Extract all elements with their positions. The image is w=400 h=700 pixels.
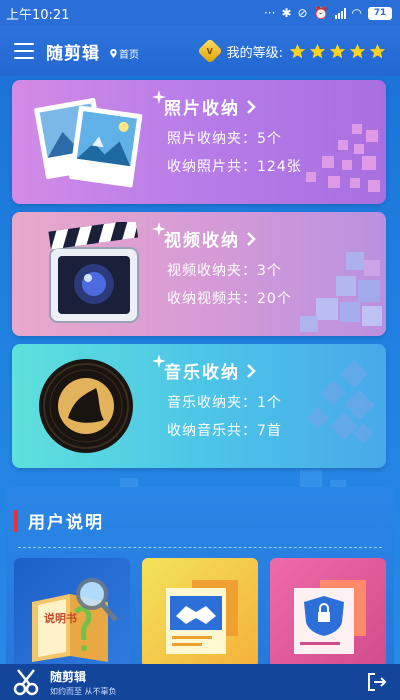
diamonds-decoration xyxy=(306,360,375,443)
music-total-count: 收纳音乐共：7首 xyxy=(167,423,282,439)
alarm-icon: ⏰ xyxy=(313,6,329,20)
shield-lock-doc-icon xyxy=(294,580,366,654)
level-stars xyxy=(289,43,386,60)
logout-icon[interactable] xyxy=(366,671,388,693)
star-icon xyxy=(369,43,386,58)
chevron-right-icon xyxy=(247,231,256,246)
share-agreement-tile[interactable] xyxy=(142,558,258,668)
video-collection-card[interactable]: 视频收纳 视频收纳夹：3个 收纳视频共：20个 xyxy=(12,212,386,336)
clapperboard-icon xyxy=(48,222,139,323)
star-icon xyxy=(289,43,306,58)
manual-tile[interactable]: 说明书 xyxy=(14,558,130,668)
user-guide-title: 用户说明 xyxy=(28,513,104,533)
menu-icon[interactable] xyxy=(14,43,34,59)
music-folder-count: 音乐收纳夹：1个 xyxy=(167,395,282,411)
photo-collection-card[interactable]: 照片收纳 照片收纳夹：5个 收纳照片共：124张 xyxy=(12,80,386,204)
status-icons: ··· ✱ ⊘ ⏰ ◠ 71 xyxy=(264,6,392,20)
photo-card-title: 照片收纳 xyxy=(164,94,256,119)
section-divider xyxy=(18,547,382,548)
video-card-title: 视频收纳 xyxy=(164,226,256,251)
level-indicator: V 我的等级: xyxy=(196,38,386,64)
music-collection-card[interactable]: 音乐收纳 音乐收纳夹：1个 收纳音乐共：7首 xyxy=(12,344,386,468)
footer-brand: 随剪辑 如约而至 从不辜负 xyxy=(50,668,117,697)
battery-icon: 71 xyxy=(368,6,392,20)
scissors-logo-icon xyxy=(13,669,39,696)
app-footer: 随剪辑 如约而至 从不辜负 xyxy=(0,664,400,700)
video-total-count: 收纳视频共：20个 xyxy=(167,291,292,307)
handshake-doc-icon xyxy=(166,580,238,654)
music-card-title: 音乐收纳 xyxy=(164,358,256,383)
chevron-right-icon xyxy=(247,99,256,114)
bluetooth-icon: ✱ xyxy=(281,6,292,20)
battery-level: 71 xyxy=(373,8,387,18)
level-badge-icon: V xyxy=(196,38,223,64)
status-bar: 上午10:21 ··· ✱ ⊘ ⏰ ◠ 71 xyxy=(0,0,400,26)
app-title: 随剪辑 xyxy=(46,43,100,64)
photo-card-title-text: 照片收纳 xyxy=(164,99,240,119)
chevron-right-icon xyxy=(247,363,256,378)
star-icon xyxy=(329,43,346,58)
video-folder-count: 视频收纳夹：3个 xyxy=(167,263,282,279)
star-icon xyxy=(349,43,366,58)
music-card-title-text: 音乐收纳 xyxy=(164,363,240,383)
home-link[interactable]: 首页 xyxy=(110,46,139,61)
footer-app-name: 随剪辑 xyxy=(50,669,87,684)
more-dots-icon: ··· xyxy=(263,6,276,20)
photo-album-icon xyxy=(34,98,143,188)
mute-icon: ⊘ xyxy=(297,6,308,20)
manual-book-text: 说明书 xyxy=(44,611,77,625)
footer-slogan: 如约而至 从不辜负 xyxy=(50,686,117,696)
app-header: 随剪辑 首页 V 我的等级: xyxy=(0,26,400,76)
pixel-cubes-decoration xyxy=(306,124,380,192)
section-accent-bar xyxy=(14,509,18,532)
signal-icon xyxy=(334,7,346,19)
star-icon xyxy=(309,43,326,58)
manual-book-icon: 说明书 xyxy=(32,578,118,662)
level-label: 我的等级: xyxy=(226,45,283,61)
location-pin-icon xyxy=(110,48,117,58)
privacy-policy-tile[interactable] xyxy=(270,558,386,668)
wifi-icon: ◠ xyxy=(351,6,362,20)
video-card-title-text: 视频收纳 xyxy=(164,231,240,251)
user-guide-header: 用户说明 xyxy=(14,508,104,533)
vinyl-record-icon xyxy=(39,359,133,453)
home-label: 首页 xyxy=(119,49,139,61)
photo-folder-count: 照片收纳夹：5个 xyxy=(167,131,282,147)
photo-total-count: 收纳照片共：124张 xyxy=(167,159,302,175)
cubes-decoration xyxy=(300,252,382,332)
status-time: 上午10:21 xyxy=(6,7,70,23)
